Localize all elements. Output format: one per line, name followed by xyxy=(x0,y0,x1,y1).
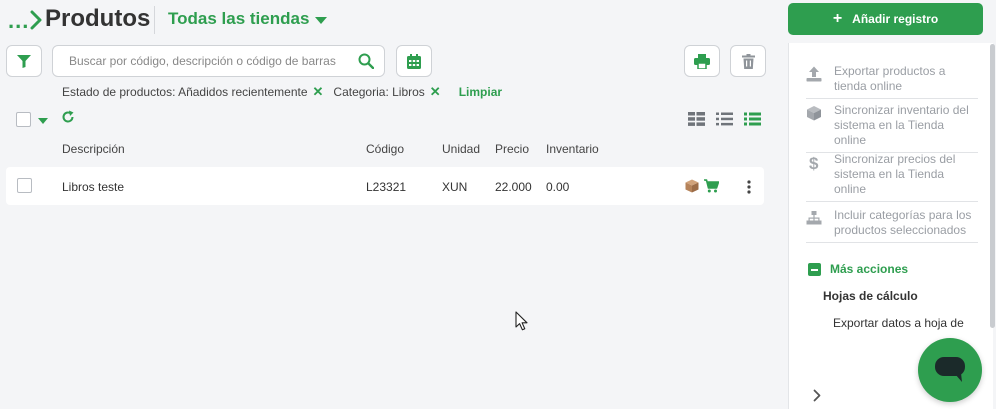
row-price: 22.000 xyxy=(495,180,532,194)
calendar-icon xyxy=(407,53,421,69)
header-divider xyxy=(154,6,155,34)
sitemap-icon xyxy=(806,211,822,225)
side-action-export-products[interactable]: Exportar productos a tienda online xyxy=(806,64,978,99)
clear-filters-link[interactable]: Limpiar xyxy=(459,85,502,99)
column-header-unit[interactable]: Unidad xyxy=(442,142,480,156)
side-action-label: Sincronizar precios del sistema en la Ti… xyxy=(834,152,956,196)
side-action-label: Exportar productos a tienda online xyxy=(834,64,946,93)
row-unit: XUN xyxy=(442,180,468,194)
filter-button[interactable] xyxy=(6,45,42,77)
column-header-price[interactable]: Precio xyxy=(495,142,529,156)
side-action-include-categories[interactable]: Incluir categorías para los productos se… xyxy=(806,208,978,243)
active-filters: Estado de productos: Añadidos recienteme… xyxy=(62,84,502,100)
filter-chip-label: Estado de productos: Añadidos recienteme… xyxy=(62,85,308,99)
select-all-checkbox[interactable] xyxy=(16,112,31,127)
chevron-right-icon[interactable] xyxy=(813,389,821,402)
more-actions-toggle[interactable]: Más acciones xyxy=(808,262,908,276)
plus-icon: + xyxy=(832,10,843,27)
side-action-sync-inventory[interactable]: Sincronizar inventario del sistema en la… xyxy=(806,103,978,153)
mouse-cursor-icon xyxy=(515,311,528,331)
box-icon xyxy=(807,106,821,121)
row-status-icons xyxy=(685,179,719,193)
store-select-label: Todas las tiendas xyxy=(168,9,310,28)
chat-bubble-icon xyxy=(935,357,965,382)
chat-button[interactable] xyxy=(918,338,982,402)
row-checkbox[interactable] xyxy=(17,178,32,193)
row-inventory: 0.00 xyxy=(546,180,570,194)
store-select[interactable]: Todas las tiendas xyxy=(168,9,328,29)
search-box[interactable] xyxy=(52,45,385,77)
chevron-right-icon xyxy=(30,10,42,30)
cart-icon xyxy=(704,179,719,193)
view-list-icon[interactable] xyxy=(716,112,733,126)
row-menu-icon[interactable] xyxy=(746,180,752,194)
search-icon[interactable] xyxy=(358,53,374,69)
delete-button[interactable] xyxy=(730,45,766,77)
breadcrumb-ellipsis[interactable]: ... xyxy=(8,8,29,34)
print-button[interactable] xyxy=(684,45,720,77)
search-input[interactable] xyxy=(53,54,348,68)
filter-icon xyxy=(17,54,31,68)
remove-filter-icon[interactable]: ✕ xyxy=(430,84,441,100)
caret-down-icon xyxy=(315,16,328,24)
view-compact-list-icon[interactable] xyxy=(744,112,761,126)
box-icon xyxy=(685,179,699,193)
more-actions-label: Más acciones xyxy=(830,262,909,276)
row-description: Libros teste xyxy=(62,180,125,194)
column-header-code[interactable]: Código xyxy=(366,142,404,156)
page-title: Produtos xyxy=(45,5,151,32)
column-header-description[interactable]: Descripción xyxy=(62,142,125,156)
filter-chip-label: Categoria: Libros xyxy=(333,85,425,99)
column-header-inventory[interactable]: Inventario xyxy=(546,142,599,156)
upload-icon xyxy=(806,66,822,82)
collapse-icon xyxy=(808,262,821,276)
remove-filter-icon[interactable]: ✕ xyxy=(313,84,324,100)
date-filter-button[interactable] xyxy=(396,45,432,77)
refresh-icon[interactable] xyxy=(61,110,75,124)
svg-text:$: $ xyxy=(809,154,819,172)
view-mode-switcher xyxy=(688,112,761,126)
add-record-button[interactable]: + Añadir registro xyxy=(788,3,983,35)
side-action-label: Sincronizar inventario del sistema en la… xyxy=(834,103,969,147)
select-options-caret-icon[interactable] xyxy=(38,118,48,124)
dollar-icon: $ xyxy=(809,154,819,173)
side-panel-scrollbar[interactable] xyxy=(990,44,995,328)
trash-icon xyxy=(741,53,755,69)
view-cards-icon[interactable] xyxy=(688,112,705,126)
side-action-sync-prices[interactable]: $ Sincronizar precios del sistema en la … xyxy=(806,152,978,202)
add-record-label: Añadir registro xyxy=(852,12,939,26)
spreadsheets-heading: Hojas de cálculo xyxy=(823,289,918,303)
print-icon xyxy=(694,53,710,69)
export-to-spreadsheet-link[interactable]: Exportar datos a hoja de xyxy=(833,316,964,330)
row-code: L23321 xyxy=(366,180,407,194)
side-action-label: Incluir categorías para los productos se… xyxy=(834,208,972,237)
